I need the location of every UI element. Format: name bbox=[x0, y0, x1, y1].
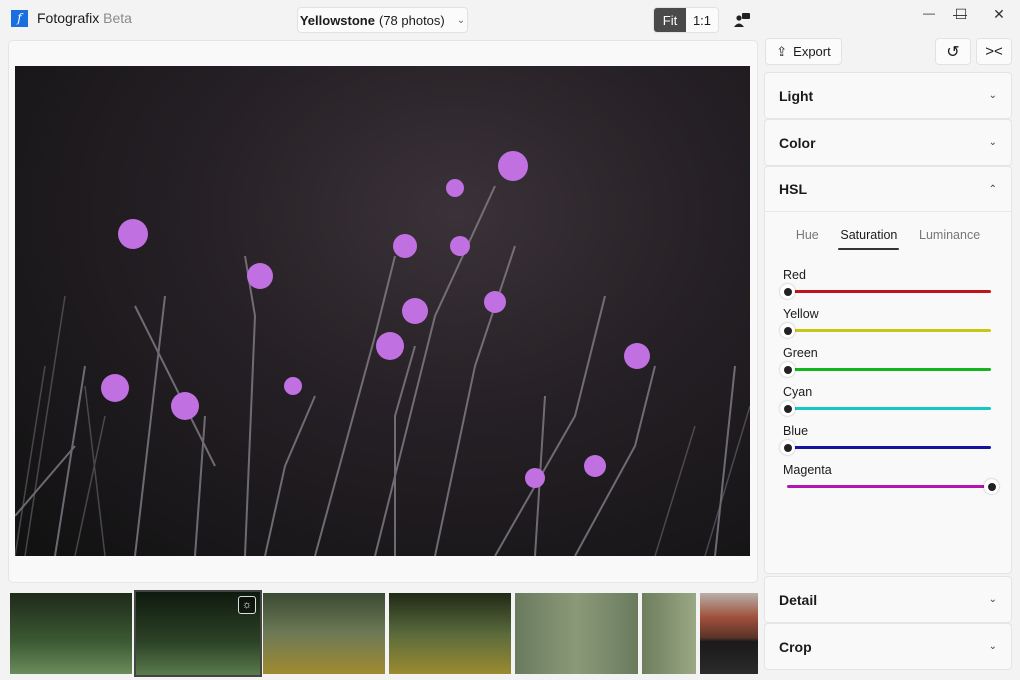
slider-label: Magenta bbox=[783, 463, 832, 477]
zoom-toggle: Fit 1:1 bbox=[653, 7, 719, 33]
filmstrip-thumbnail[interactable] bbox=[263, 593, 385, 674]
slider-thumb[interactable] bbox=[984, 479, 999, 494]
filmstrip-thumbnail[interactable] bbox=[389, 593, 511, 674]
slider-yellow: Yellow bbox=[765, 307, 1011, 338]
chevron-down-icon: ⌄ bbox=[988, 594, 997, 605]
app-title: Fotografix Beta bbox=[37, 10, 132, 26]
zoom-fit-button[interactable]: Fit bbox=[654, 8, 686, 32]
chevron-down-icon: ⌄ bbox=[456, 14, 466, 26]
filmstrip-thumbnail[interactable] bbox=[10, 593, 132, 674]
slider-thumb[interactable] bbox=[780, 284, 795, 299]
slider-label: Yellow bbox=[783, 307, 819, 321]
filmstrip-thumbnail-selected[interactable]: ☼ bbox=[134, 590, 262, 677]
export-label: Export bbox=[793, 44, 831, 59]
album-count: (78 photos) bbox=[378, 12, 445, 28]
slider-blue: Blue bbox=[765, 424, 1011, 455]
slider-green: Green bbox=[765, 346, 1011, 377]
app-name: Fotografix bbox=[37, 10, 100, 26]
album-name: Yellowstone bbox=[299, 12, 375, 28]
slider-label: Green bbox=[783, 346, 818, 360]
slider-red: Red bbox=[765, 268, 1011, 299]
tab-hue[interactable]: Hue bbox=[796, 228, 819, 250]
tab-luminance[interactable]: Luminance bbox=[919, 228, 980, 250]
album-selector[interactable]: Yellowstone (78 photos) ⌄ bbox=[297, 7, 468, 33]
history-icon: ↺ bbox=[946, 43, 960, 61]
slider-thumb[interactable] bbox=[780, 362, 795, 377]
slider-label: Blue bbox=[783, 424, 809, 438]
panel-hsl-header[interactable]: HSL ⌃ bbox=[765, 167, 1011, 212]
export-button[interactable]: ⇪ Export bbox=[765, 38, 842, 65]
photo-flowers-illustration bbox=[15, 151, 750, 556]
close-button[interactable]: ✕ bbox=[985, 6, 1013, 24]
panel-crop[interactable]: Crop ⌄ bbox=[764, 623, 1012, 670]
slider-track[interactable] bbox=[780, 323, 991, 338]
filmstrip-thumbnail[interactable] bbox=[515, 593, 638, 674]
slider-magenta: Magenta bbox=[765, 463, 1011, 494]
edited-sun-icon: ☼ bbox=[238, 596, 256, 614]
chevron-down-icon: ⌄ bbox=[988, 137, 997, 148]
panel-detail[interactable]: Detail ⌄ bbox=[764, 576, 1012, 623]
filmstrip-thumbnail[interactable] bbox=[700, 593, 758, 674]
compare-icon: >< bbox=[985, 43, 1003, 60]
slider-track[interactable] bbox=[780, 440, 991, 455]
panel-title: Detail bbox=[779, 591, 818, 608]
panel-hsl: HSL ⌃ Hue Saturation Luminance Red Yellow G… bbox=[764, 166, 1012, 574]
hsl-tabs: Hue Saturation Luminance bbox=[765, 228, 1011, 250]
main-photo[interactable] bbox=[15, 66, 750, 556]
chevron-down-icon: ⌄ bbox=[988, 90, 997, 101]
panel-title: Color bbox=[779, 134, 816, 151]
feedback-icon[interactable] bbox=[734, 12, 750, 28]
app-edition: Beta bbox=[103, 10, 132, 26]
app-logo: f bbox=[11, 10, 28, 27]
panel-light[interactable]: Light ⌄ bbox=[764, 72, 1012, 119]
slider-track[interactable] bbox=[780, 284, 991, 299]
slider-label: Cyan bbox=[783, 385, 813, 399]
panel-color[interactable]: Color ⌄ bbox=[764, 119, 1012, 166]
panel-title: Light bbox=[779, 87, 814, 104]
filmstrip-thumbnail[interactable] bbox=[642, 593, 696, 674]
slider-label: Red bbox=[783, 268, 806, 282]
zoom-1to1-button[interactable]: 1:1 bbox=[686, 8, 718, 32]
chevron-down-icon: ⌄ bbox=[988, 641, 997, 652]
panel-title: Crop bbox=[779, 638, 812, 655]
panel-title: HSL bbox=[779, 181, 807, 197]
minimize-button-glyph[interactable]: — bbox=[915, 6, 943, 24]
maximize-icon[interactable]: ☐ bbox=[947, 6, 975, 24]
chevron-up-icon: ⌃ bbox=[988, 183, 997, 195]
slider-thumb[interactable] bbox=[780, 440, 795, 455]
slider-track[interactable] bbox=[780, 362, 991, 377]
share-icon: ⇪ bbox=[776, 43, 788, 59]
filmstrip: ☼ bbox=[8, 590, 760, 678]
slider-thumb[interactable] bbox=[780, 401, 795, 416]
slider-track[interactable] bbox=[780, 401, 991, 416]
slider-thumb[interactable] bbox=[780, 323, 795, 338]
slider-track[interactable] bbox=[787, 479, 999, 494]
slider-cyan: Cyan bbox=[765, 385, 1011, 416]
history-button[interactable]: ↺ bbox=[935, 38, 971, 65]
tab-saturation[interactable]: Saturation bbox=[838, 228, 900, 250]
compare-button[interactable]: >< bbox=[976, 38, 1012, 65]
